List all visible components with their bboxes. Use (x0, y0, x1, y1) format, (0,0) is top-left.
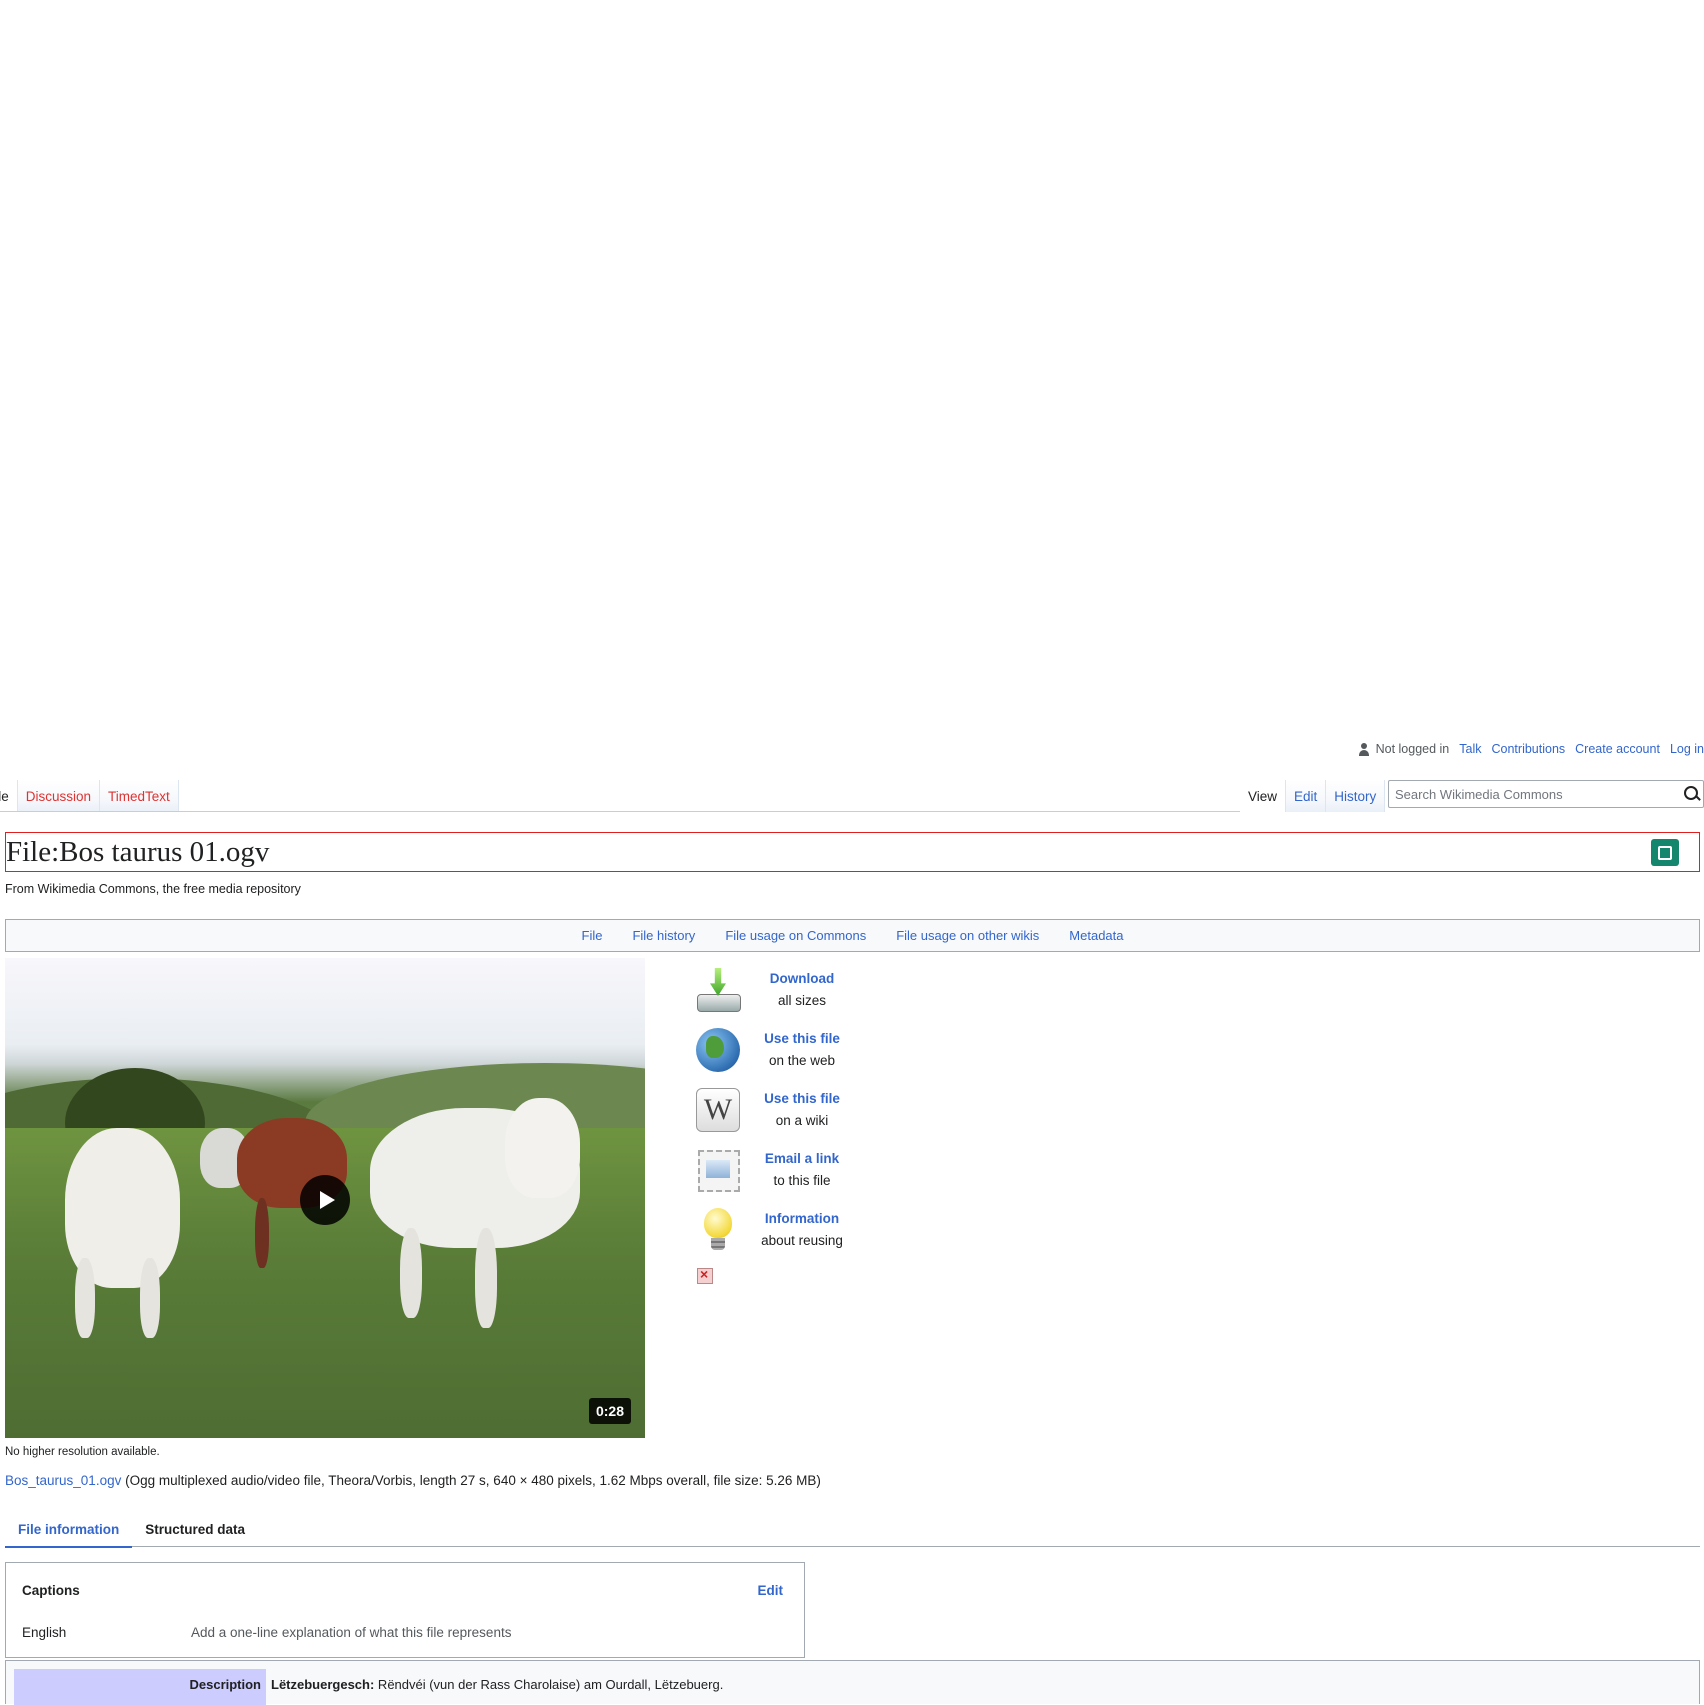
download-subtitle: all sizes (777, 993, 826, 1008)
use-on-web-subtitle: on the web (768, 1053, 836, 1068)
toc-file-usage-commons[interactable]: File usage on Commons (725, 928, 866, 943)
user-icon (1358, 742, 1370, 756)
talk-link[interactable]: Talk (1459, 742, 1481, 756)
file-details: (Ogg multiplexed audio/video file, Theor… (121, 1473, 821, 1488)
use-on-web-action[interactable]: Use this file on the web (694, 1020, 874, 1080)
search-input[interactable] (1389, 786, 1679, 802)
file-link[interactable]: Bos_taurus_01.ogv (5, 1473, 121, 1488)
description-text: Rëndvéi (vun der Rass Charolaise) am Our… (374, 1677, 724, 1692)
tab-discussion[interactable]: Discussion (17, 780, 101, 812)
video-player[interactable]: 0:28 (5, 958, 645, 1438)
video-duration: 0:28 (588, 1398, 631, 1424)
search-icon[interactable] (1679, 782, 1703, 806)
login-status: Not logged in (1358, 742, 1450, 756)
wikipedia-icon (694, 1086, 742, 1134)
contributions-link[interactable]: Contributions (1492, 742, 1566, 756)
create-account-link[interactable]: Create account (1575, 742, 1660, 756)
use-on-wiki-action[interactable]: Use this file on a wiki (694, 1080, 874, 1140)
download-icon (694, 966, 742, 1014)
tab-file[interactable]: File (0, 780, 18, 812)
use-on-web-link[interactable]: Use this file (742, 1028, 862, 1050)
toc-metadata[interactable]: Metadata (1069, 928, 1123, 943)
cow (140, 1258, 160, 1338)
info-tabs: File information Structured data (5, 1520, 1700, 1548)
globe-icon (694, 1026, 742, 1074)
use-on-wiki-subtitle: on a wiki (775, 1113, 829, 1128)
tabs-divider (0, 811, 1240, 812)
play-button[interactable] (300, 1175, 350, 1225)
cow (505, 1098, 580, 1198)
email-icon (694, 1146, 742, 1194)
site-subtitle: From Wikimedia Commons, the free media r… (5, 882, 301, 896)
captions-edit-button[interactable]: Edit (758, 1583, 784, 1598)
caption-language: English (22, 1625, 67, 1640)
description-label: Description (14, 1669, 266, 1705)
namespace-tabs: File Discussion TimedText (0, 780, 179, 812)
cow (400, 1228, 422, 1318)
tab-history[interactable]: History (1326, 780, 1386, 812)
file-actions: Download all sizes Use this file on the we… (694, 960, 874, 1260)
toc-file-usage-other-wikis[interactable]: File usage on other wikis (896, 928, 1039, 943)
personal-tools: Not logged in Talk Contributions Create … (1358, 742, 1704, 756)
broken-image-icon (697, 1266, 713, 1284)
use-on-wiki-link[interactable]: Use this file (742, 1088, 862, 1110)
view-tabs: View Edit History (1240, 780, 1386, 812)
captions-box: Captions Edit English Add a one-line exp… (5, 1562, 805, 1658)
tab-file-information[interactable]: File information (5, 1520, 133, 1548)
information-action[interactable]: Information about reusing (694, 1200, 874, 1260)
information-link[interactable]: Information (742, 1208, 862, 1230)
cow (255, 1198, 269, 1268)
log-in-link[interactable]: Log in (1670, 742, 1704, 756)
caption-placeholder[interactable]: Add a one-line explanation of what this … (191, 1625, 511, 1640)
tab-structured-data[interactable]: Structured data (132, 1520, 258, 1546)
description-language: Lëtzebuergesch: (271, 1677, 375, 1692)
page-title: File:Bos taurus 01.ogv (6, 836, 270, 868)
search-box (1388, 780, 1704, 808)
description-table: Description Lëtzebuergesch: Rëndvéi (vun… (5, 1660, 1700, 1705)
cow (475, 1228, 497, 1328)
email-subtitle: to this file (773, 1173, 831, 1188)
edit-slideshow-button[interactable] (1651, 839, 1679, 866)
email-link-action[interactable]: Email a link to this file (694, 1140, 874, 1200)
tab-view[interactable]: View (1240, 780, 1287, 812)
download-link[interactable]: Download (742, 968, 862, 990)
file-info-line: Bos_taurus_01.ogv (Ogg multiplexed audio… (5, 1473, 821, 1488)
toc-file[interactable]: File (582, 928, 603, 943)
download-action[interactable]: Download all sizes (694, 960, 874, 1020)
lightbulb-icon (694, 1206, 742, 1254)
cow (75, 1258, 95, 1338)
no-higher-resolution: No higher resolution available. (5, 1446, 160, 1458)
not-logged-in-label: Not logged in (1375, 742, 1450, 756)
email-link[interactable]: Email a link (742, 1148, 862, 1170)
description-value: Lëtzebuergesch: Rëndvéi (vun der Rass Ch… (271, 1677, 723, 1692)
toc-file-history[interactable]: File history (632, 928, 695, 943)
file-toc: File File history File usage on Commons … (5, 919, 1700, 952)
tab-timedtext[interactable]: TimedText (100, 780, 179, 812)
tab-edit[interactable]: Edit (1286, 780, 1327, 812)
page-heading: File:Bos taurus 01.ogv (5, 832, 1700, 872)
captions-title: Captions (22, 1583, 80, 1598)
information-subtitle: about reusing (761, 1233, 843, 1248)
